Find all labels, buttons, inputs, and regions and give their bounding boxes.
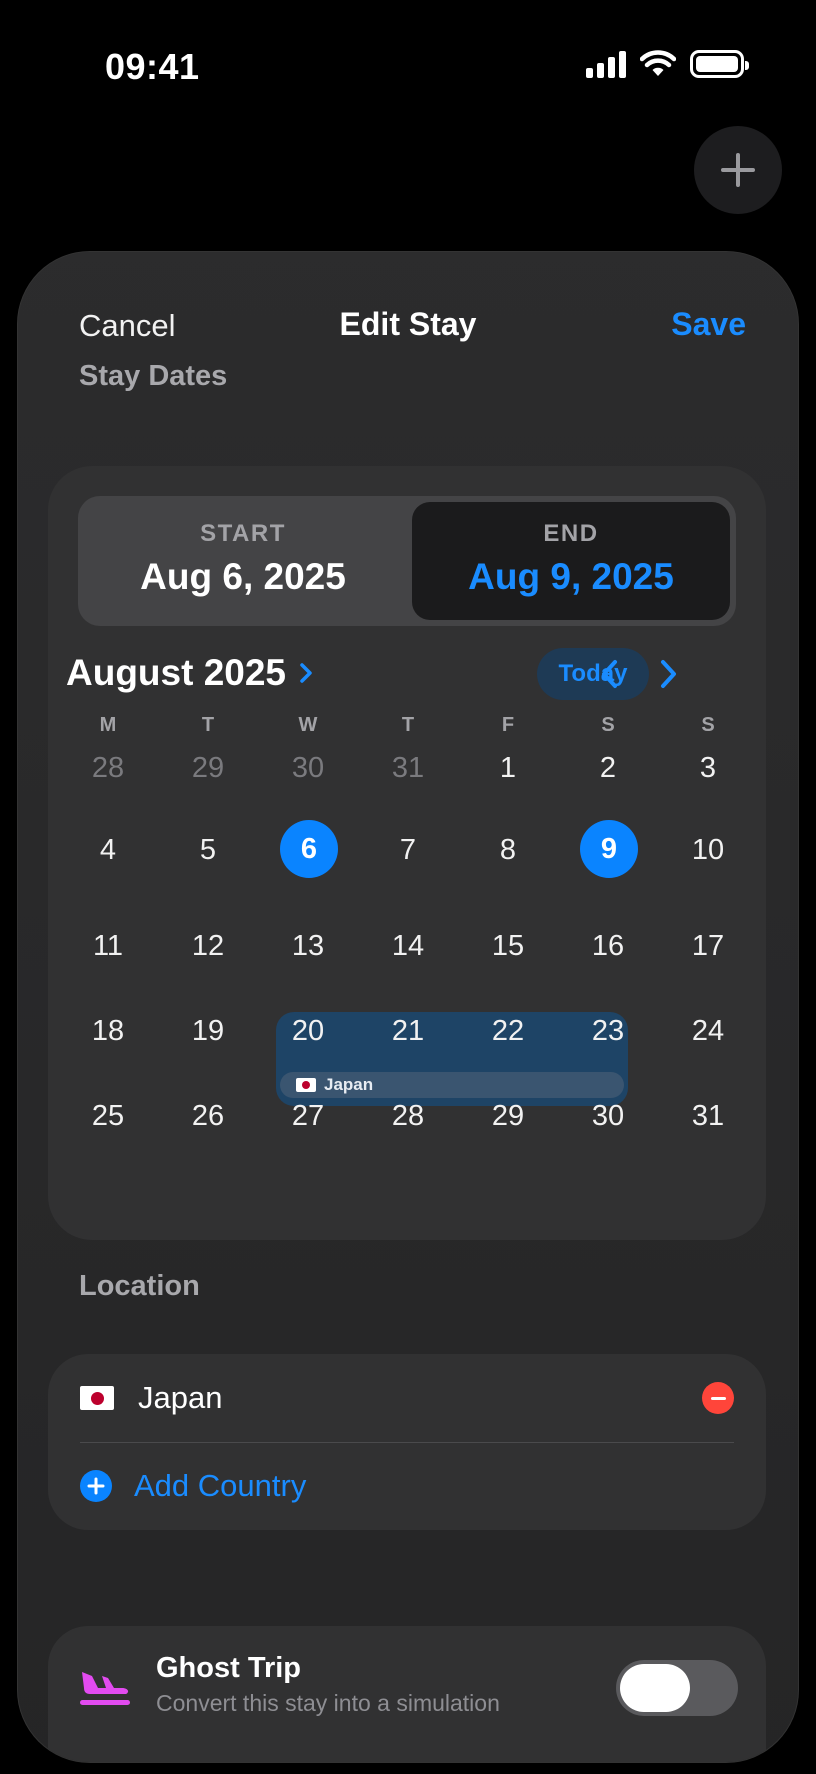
calendar-day[interactable]: 18 [58,1003,158,1059]
calendar-day[interactable]: 23 [558,1003,658,1059]
calendar-day[interactable]: 20 [258,1003,358,1059]
range-start-day: 6 [280,820,338,878]
calendar-day[interactable]: 5 [158,822,258,878]
status-bar: 09:41 [0,0,816,130]
calendar-day[interactable]: 2 [558,740,658,796]
calendar-day[interactable]: 10 [658,822,758,878]
weekday-label: T [201,714,215,736]
calendar-day[interactable]: 28 [58,740,158,796]
calendar-day-range-start[interactable]: 6 [258,820,358,878]
calendar-day[interactable]: 12 [158,918,258,974]
location-row: Japan [48,1354,766,1442]
calendar-week: 25 26 27 28 29 30 31 [58,1088,758,1144]
ghost-trip-card: Ghost Trip Convert this stay into a simu… [48,1626,766,1762]
end-date-value: Aug 9, 2025 [468,556,674,597]
ghost-trip-title: Ghost Trip [156,1652,301,1684]
weekday-label: M [99,714,117,736]
calendar-day[interactable]: 29 [158,740,258,796]
wifi-icon [640,50,676,76]
calendar-day[interactable]: 19 [158,1003,258,1059]
toggle-knob [620,1664,690,1712]
save-button[interactable]: Save [671,306,746,343]
minus-icon [710,1396,726,1400]
calendar-week: 18 19 20 21 22 23 24 [58,1003,758,1059]
calendar-day[interactable]: 30 [558,1088,658,1144]
location-country-name: Japan [138,1380,223,1415]
calendar-day[interactable]: 31 [658,1088,758,1144]
end-date-tab[interactable]: END Aug 9, 2025 [412,502,730,620]
start-date-value: Aug 6, 2025 [140,556,346,597]
calendar-day[interactable]: 16 [558,918,658,974]
month-title: August 2025 [66,652,287,693]
month-header: August 2025 Today [48,646,766,702]
location-card: Japan Add Country [48,1354,766,1530]
weekday-label: T [401,714,415,736]
previous-month-button[interactable] [590,654,630,694]
calendar-day[interactable]: 7 [358,822,458,878]
plus-icon [721,153,755,187]
weekday-header: M T W T F S S [58,714,758,737]
calendar-day[interactable]: 25 [58,1088,158,1144]
calendar-day[interactable]: 24 [658,1003,758,1059]
date-range-selector: START Aug 6, 2025 END Aug 9, 2025 [78,496,736,626]
calendar-day[interactable]: 30 [258,740,358,796]
remove-country-button[interactable] [702,1382,734,1414]
add-country-button[interactable]: Add Country [48,1442,766,1530]
calendar-day[interactable]: 29 [458,1088,558,1144]
start-date-tab[interactable]: START Aug 6, 2025 [78,496,408,626]
weekday-label: S [601,714,615,736]
calendar-week: 11 12 13 14 15 16 17 [58,918,758,974]
calendar-day[interactable]: 13 [258,918,358,974]
calendar-day[interactable]: 3 [658,740,758,796]
airplane-landing-icon [80,1672,130,1705]
start-date-label: START [200,520,286,547]
end-date-label: END [543,520,599,547]
weekday-label: F [501,714,515,736]
calendar-day[interactable]: 15 [458,918,558,974]
weekday-label: S [701,714,715,736]
calendar-day[interactable]: 4 [58,822,158,878]
battery-icon [690,50,749,78]
next-month-button[interactable] [648,654,688,694]
ghost-trip-subtitle: Convert this stay into a simulation [156,1690,500,1716]
status-time: 09:41 [105,46,200,87]
plus-circle-icon [80,1470,112,1502]
calendar-day[interactable]: 27 [258,1088,358,1144]
ghost-trip-toggle[interactable] [616,1660,738,1716]
month-picker-button[interactable]: August 2025 [66,652,314,694]
calendar-day[interactable]: 22 [458,1003,558,1059]
weekday-label: W [298,714,318,736]
range-end-day: 9 [580,820,638,878]
add-country-label: Add Country [134,1468,307,1503]
calendar-week: 28 29 30 31 1 2 3 [58,740,758,796]
calendar-day[interactable]: 28 [358,1088,458,1144]
calendar-day[interactable]: 21 [358,1003,458,1059]
calendar-day-range-end[interactable]: 9 [558,820,658,878]
location-label: Location [79,1270,200,1302]
japan-flag-icon [80,1386,114,1410]
calendar-day[interactable]: 26 [158,1088,258,1144]
edit-stay-sheet: Cancel Edit Stay Save Stay Dates START A… [18,252,798,1762]
cellular-signal-icon [586,50,626,78]
calendar-day[interactable]: 31 [358,740,458,796]
calendar-day[interactable]: 8 [458,822,558,878]
calendar-day[interactable]: 17 [658,918,758,974]
calendar-day[interactable]: 11 [58,918,158,974]
stay-dates-label: Stay Dates [79,360,228,392]
calendar-card: START Aug 6, 2025 END Aug 9, 2025 August… [48,466,766,1240]
status-icons [586,50,749,78]
chevron-right-icon [661,660,676,688]
chevron-left-icon [602,660,617,688]
calendar-day[interactable]: 1 [458,740,558,796]
add-stay-button[interactable] [694,126,782,214]
calendar-week: 4 5 6 7 8 9 10 [58,820,758,878]
chevron-right-icon [300,663,312,683]
calendar-day[interactable]: 14 [358,918,458,974]
